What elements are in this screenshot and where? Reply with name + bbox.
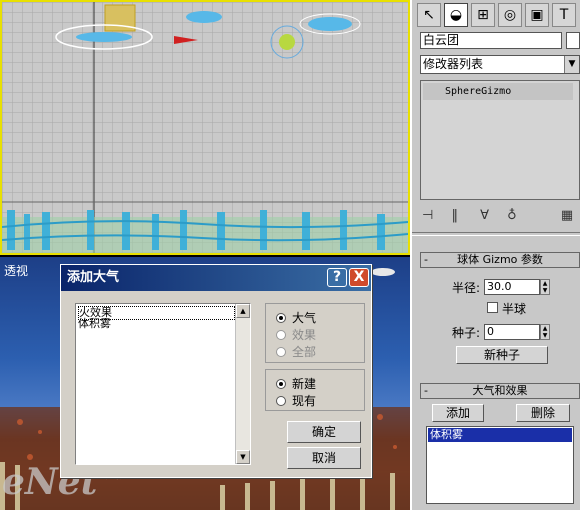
- mode-group: 新建 现有: [265, 369, 365, 411]
- hemisphere-label: 半球: [502, 302, 527, 316]
- object-color-swatch[interactable]: [566, 32, 580, 49]
- dialog-title-bar[interactable]: 添加大气: [61, 265, 371, 291]
- effect-radio[interactable]: [276, 330, 286, 340]
- show-end-result-icon[interactable]: ‖: [451, 208, 458, 223]
- remove-modifier-icon[interactable]: ♁: [507, 208, 517, 223]
- type-filter-group: 大气 效果 全部: [265, 303, 365, 363]
- new-radio-label: 新建: [292, 377, 317, 391]
- existing-radio[interactable]: [276, 396, 286, 406]
- scrollbar[interactable]: ▲ ▼: [235, 304, 250, 464]
- command-panel: ↖ ◒ ⊞ ◎ ▣ T 白云团 修改器列表 ▼ SphereGizmo ⊣ ‖ …: [410, 0, 580, 510]
- chevron-down-icon[interactable]: ▼: [564, 56, 579, 73]
- display-tab-icon[interactable]: ▣: [525, 3, 549, 27]
- delete-atmosphere-button[interactable]: 删除: [516, 404, 570, 422]
- modifier-list-dropdown[interactable]: 修改器列表 ▼: [420, 55, 580, 74]
- dialog-title: 添加大气: [67, 270, 120, 285]
- add-atmosphere-dialog: 添加大气 ? X 火效果 体积雾 ▲ ▼ 大气 效果 全部 新建 现有 确定 取…: [60, 264, 372, 478]
- existing-radio-label: 现有: [292, 394, 317, 408]
- radius-label: 半径:: [452, 281, 481, 295]
- atmosphere-list[interactable]: 体积雾: [426, 426, 574, 504]
- radius-field[interactable]: 30.0: [484, 279, 540, 295]
- top-viewport[interactable]: [0, 0, 410, 255]
- motion-tab-icon[interactable]: ◎: [498, 3, 522, 27]
- cloud-shape: [76, 32, 132, 42]
- effect-radio-label: 效果: [292, 328, 317, 342]
- atmosphere-radio-label: 大气: [292, 311, 317, 325]
- utilities-tab-icon[interactable]: T: [552, 3, 576, 27]
- new-radio[interactable]: [276, 379, 286, 389]
- modify-tab-icon[interactable]: ◒: [444, 3, 468, 27]
- help-button[interactable]: ?: [327, 268, 347, 287]
- seed-field[interactable]: 0: [484, 324, 540, 340]
- top-viewport-canvas: [2, 2, 408, 253]
- seed-spinner[interactable]: ▲ ▼: [540, 324, 550, 340]
- pin-stack-icon[interactable]: ⊣: [422, 208, 433, 223]
- ok-button[interactable]: 确定: [287, 421, 361, 443]
- scroll-up-icon[interactable]: ▲: [236, 304, 250, 318]
- configure-sets-icon[interactable]: ▦: [561, 208, 573, 223]
- cloud-shape: [186, 11, 222, 23]
- all-radio[interactable]: [276, 347, 286, 357]
- stack-tools: ⊣ ‖ ∀ ♁ ▦: [422, 208, 573, 223]
- sphere-gizmo-rollout-header[interactable]: - 球体 Gizmo 参数: [420, 252, 580, 268]
- list-item[interactable]: 体积雾: [428, 428, 572, 442]
- cloud-shape: [308, 17, 352, 31]
- cancel-button[interactable]: 取消: [287, 447, 361, 469]
- hierarchy-tab-icon[interactable]: ⊞: [471, 3, 495, 27]
- all-radio-label: 全部: [292, 345, 317, 359]
- modifier-stack[interactable]: SphereGizmo: [420, 80, 580, 200]
- object-name-field[interactable]: 白云团: [420, 32, 562, 49]
- radius-spinner[interactable]: ▲ ▼: [540, 279, 550, 295]
- atmosphere-type-list[interactable]: 火效果 体积雾 ▲ ▼: [75, 303, 251, 465]
- scroll-down-icon[interactable]: ▼: [236, 450, 250, 464]
- close-icon[interactable]: X: [349, 268, 369, 287]
- seed-label: 种子:: [452, 326, 481, 340]
- make-unique-icon[interactable]: ∀: [480, 208, 489, 223]
- list-item[interactable]: 体积雾: [78, 318, 111, 330]
- create-tab-icon[interactable]: ↖: [417, 3, 441, 27]
- stack-item[interactable]: SphereGizmo: [423, 83, 573, 100]
- atmosphere-radio[interactable]: [276, 313, 286, 323]
- hemisphere-checkbox[interactable]: [487, 302, 498, 313]
- modifier-list-label: 修改器列表: [423, 57, 484, 71]
- new-seed-button[interactable]: 新种子: [456, 346, 548, 364]
- sphere-gizmo-center: [279, 34, 295, 50]
- atmospheres-rollout-header[interactable]: - 大气和效果: [420, 383, 580, 399]
- add-atmosphere-button[interactable]: 添加: [432, 404, 484, 422]
